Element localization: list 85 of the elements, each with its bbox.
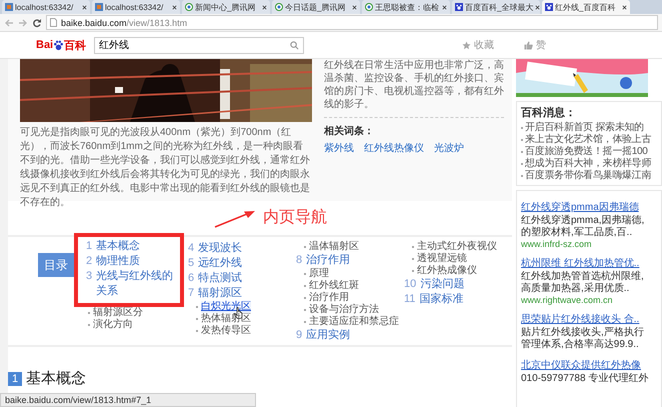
toc-sublink[interactable]: 透视望远镜 <box>417 253 467 265</box>
close-icon[interactable] <box>535 4 540 10</box>
toc-sublink[interactable]: 治疗作用 <box>309 292 349 304</box>
news-link[interactable]: 想成为百科大神，来榜样导师 <box>525 158 652 170</box>
toc-link[interactable]: 4 发现波长 <box>188 241 292 256</box>
close-icon[interactable] <box>442 4 447 10</box>
toc-link[interactable]: 6 特点测试 <box>188 271 292 286</box>
toc-link[interactable]: 7 辐射源区 <box>188 286 292 301</box>
ad-link[interactable]: 北京中仪联众提供红外热像 <box>521 360 641 371</box>
arrow-icon <box>213 209 257 229</box>
ad-text: 高质量加热器,采用优质.. <box>521 283 630 295</box>
status-bar: baike.baidu.com/view/1813.htm#7_1 <box>0 393 256 407</box>
toc-sublink[interactable]: 原理 <box>309 268 329 280</box>
close-icon[interactable] <box>172 4 177 10</box>
ad-text: 贴片红外线接收头,严格执行 <box>521 327 645 338</box>
reload-icon[interactable] <box>32 18 42 28</box>
toc-link[interactable]: 8 治疗作用 <box>296 253 400 268</box>
close-icon[interactable] <box>82 4 87 10</box>
toc-link[interactable]: 10 污染问题 <box>404 277 508 292</box>
page-icon <box>50 18 57 27</box>
toc-link[interactable]: 5 远红外线 <box>188 256 292 271</box>
paw-icon <box>545 3 553 11</box>
browser-tab[interactable]: localhost:63342/ <box>92 0 180 14</box>
summary-paragraph: 可见光是指肉眼可见的光波段从400nm（紫光）到700nm（红光），而波长760nm到1mm之间的光称为红外线，是一种肉眼看不到的光。借助一些光学设备，我们可以感觉到红外线，通常红外线摄像机接收到红外线后会将其转化为可见的绿光，我们的肉眼永远见不到真正的红外线。电影中常出现的能看到红外线的眼镜也是不存在的。 <box>20 126 311 208</box>
section-heading: 基本概念 <box>26 369 86 388</box>
related-title: 相关词条： <box>324 124 375 138</box>
toc-link[interactable]: 3 光线与红外线的关系 <box>86 269 174 299</box>
browser-tab[interactable]: 今日话题_腾讯网 <box>272 0 360 14</box>
section-number: 1 <box>8 372 22 386</box>
ad-link[interactable]: 思荣贴片红外线接收头 合.. <box>521 314 640 325</box>
app-icon <box>5 3 13 11</box>
toc-link[interactable]: 11 国家标准 <box>404 292 508 307</box>
browser-tab[interactable]: 王思聪被查：临检 <box>362 0 450 14</box>
baike-logo[interactable]: Bai 百科 <box>36 38 86 52</box>
toc-sublink[interactable]: 辐射源区分 <box>93 307 143 319</box>
toc-sublink[interactable]: 演化方向 <box>93 319 133 331</box>
close-icon[interactable] <box>262 4 267 10</box>
ad-text: 管理体系,合格率高达99.9.. <box>521 339 640 351</box>
browser-tab[interactable]: localhost:63342/ <box>2 0 90 14</box>
browser-tab[interactable]: 红外线_百度百科 <box>542 0 630 14</box>
toc-link[interactable]: 1 基本概念 <box>86 239 174 254</box>
toc-sublink[interactable]: 主要适应症和禁忌症 <box>309 316 399 328</box>
ad-text: 红外线加热管首选杭州限维, <box>521 271 645 282</box>
toc-sublink[interactable]: 温体辐射区 <box>309 241 359 253</box>
browser-tab[interactable]: 百度百科_全球最大 <box>452 0 540 14</box>
ad-url: www.infrd-sz.com <box>521 239 593 249</box>
article-text: 红外线在日常生活中应用也非常广泛，高温杀菌、监控设备、手机的红外接口、宾馆的房门卡、电视机遥控器等，都有红外线的影子。 <box>324 59 504 111</box>
news-link[interactable]: 百度旅游免费送！摇一摇100 <box>525 146 648 158</box>
ad-text: 010-59797788 专业代理红外 <box>521 373 650 385</box>
toc-sublink[interactable]: 红外线红斑 <box>309 280 359 292</box>
news-link[interactable]: 来上古文化艺术馆，体验上古 <box>525 134 652 146</box>
app-icon <box>95 3 103 11</box>
ad-link[interactable]: 红外线穿透pmma因弗瑞德 <box>521 202 639 213</box>
news-link[interactable]: 开启百科新首页 探索未知的 <box>525 122 644 134</box>
toc-link[interactable]: 2 物理性质 <box>86 254 174 269</box>
annotation-label: 内页导航 <box>263 208 327 228</box>
toc-sublink[interactable]: 白炽光光区 <box>201 301 251 313</box>
ad-text: 红外线穿透pmma,因弗瑞德, <box>521 215 646 226</box>
toc-sublink[interactable]: 热体辐射区 <box>201 313 251 325</box>
ad-link[interactable]: 杭州限维 红外线加热管优.. <box>521 258 640 269</box>
globe-icon <box>185 3 193 11</box>
star-icon[interactable] <box>462 40 472 50</box>
toc-sublink[interactable]: 红外热成像仪 <box>417 265 477 277</box>
search-icon[interactable] <box>290 40 300 50</box>
news-title: 百科消息： <box>521 106 577 120</box>
news-link[interactable]: 百度票务带你看鸟巢嗨爆江南 <box>525 170 652 182</box>
toc-title: 目录 <box>38 253 74 277</box>
globe-icon <box>275 3 283 11</box>
ad-text: 的塑胶材料,军工品质,百.. <box>521 227 634 239</box>
close-icon[interactable] <box>622 4 627 10</box>
thumbs-up-icon[interactable] <box>524 40 534 50</box>
search-field[interactable]: 红外线 <box>94 36 304 54</box>
toc-sublink[interactable]: 主动式红外夜视仪 <box>417 241 497 253</box>
related-link[interactable]: 光波炉 <box>434 141 464 155</box>
browser-tab[interactable]: 新闻中心_腾讯网 <box>182 0 270 14</box>
toc-sublink[interactable]: 设备与治疗方法 <box>309 304 379 316</box>
ad-url: www.rightwave.com.cn <box>521 295 614 305</box>
toc-sublink[interactable]: 发热传导区 <box>201 325 251 337</box>
related-link[interactable]: 红外线热像仪 <box>364 141 424 155</box>
paw-icon <box>455 3 463 11</box>
toc-link[interactable]: 9 应用实例 <box>296 328 400 343</box>
related-link[interactable]: 紫外线 <box>324 141 354 155</box>
close-icon[interactable] <box>352 4 357 10</box>
globe-icon <box>365 3 373 11</box>
address-bar[interactable]: baike.baidu.com/view/1813.htm <box>46 15 658 30</box>
